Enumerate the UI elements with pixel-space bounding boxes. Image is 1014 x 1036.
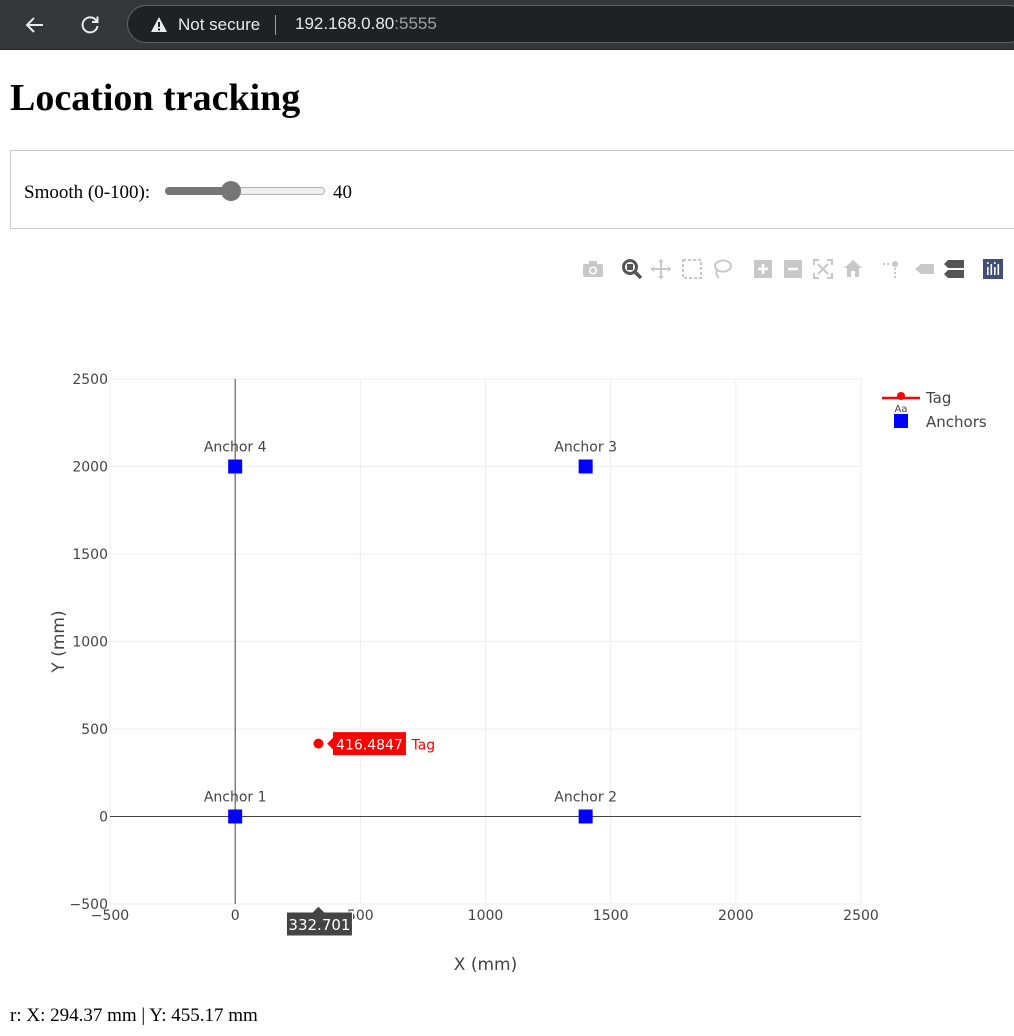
y-tick-label: 2500 [72,372,108,388]
legend-anchors-marker [894,414,908,428]
y-tick-label: −500 [70,897,108,913]
anchor-label: Anchor 2 [554,790,617,806]
anchor-label: Anchor 3 [554,440,617,456]
y-tick-label: 2000 [72,460,108,476]
cursor-readout: r: X: 294.37 mm | Y: 455.17 mm [10,1005,258,1026]
x-axis-title: X (mm) [454,955,517,975]
anchor-label: Anchor 1 [204,790,267,806]
hover-y-value: 416.4847 [336,738,403,754]
legend-text-icon: Aa [895,404,908,415]
x-tick-label: 2000 [718,908,754,924]
tag-marker [313,738,324,749]
location-plot[interactable]: −500 0 500 1000 1500 2000 2500−500050010001500… [0,0,1014,1000]
legend-tag-label: Tag [925,389,951,407]
y-tick-label: 1500 [72,547,108,563]
y-tick-label: 0 [99,810,108,826]
anchor-marker [228,459,243,474]
x-tick-label: 1500 [593,908,629,924]
x-tick-label: 0 [231,908,240,924]
anchor-marker [578,459,593,474]
legend-tag-marker [897,392,905,400]
legend-anchors-label: Anchors [926,413,987,431]
hover-x-value: 332.701 [288,916,350,934]
anchor-label: Anchor 4 [204,440,267,456]
y-tick-label: 1000 [72,635,108,651]
hover-trace-name: Tag [410,738,435,754]
x-tick-label: 1000 [468,908,504,924]
y-axis-title: Y (mm) [49,610,69,673]
x-tick-label: 2500 [843,908,879,924]
y-tick-label: 500 [81,722,108,738]
anchor-marker [578,809,593,824]
anchor-marker [228,809,243,824]
